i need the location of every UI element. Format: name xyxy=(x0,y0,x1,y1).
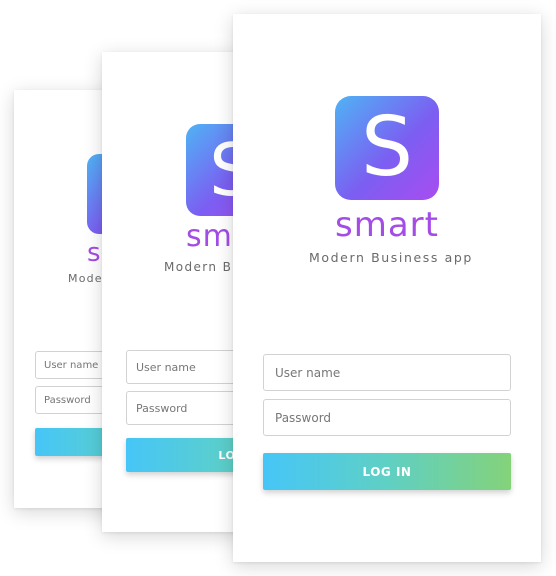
username-placeholder: User name xyxy=(275,365,341,380)
username-placeholder: User name xyxy=(44,359,99,371)
login-screen-front: S smart Modern Business app User name Pa… xyxy=(233,14,541,562)
username-placeholder: User name xyxy=(136,360,196,374)
password-field[interactable]: Password xyxy=(263,399,511,436)
tagline: Modern Business app xyxy=(309,250,473,265)
password-placeholder: Password xyxy=(275,410,332,425)
login-button-label: LOG IN xyxy=(362,464,412,479)
app-logo: S xyxy=(335,96,439,200)
password-placeholder: Password xyxy=(136,401,188,415)
login-screens-stack: S smart Modern Business app User name Pa… xyxy=(0,0,556,576)
logo-letter: S xyxy=(360,100,414,195)
brand-name: smart xyxy=(335,205,439,245)
login-button[interactable]: LOG IN xyxy=(263,453,511,490)
password-placeholder: Password xyxy=(44,394,91,406)
username-field[interactable]: User name xyxy=(263,354,511,391)
